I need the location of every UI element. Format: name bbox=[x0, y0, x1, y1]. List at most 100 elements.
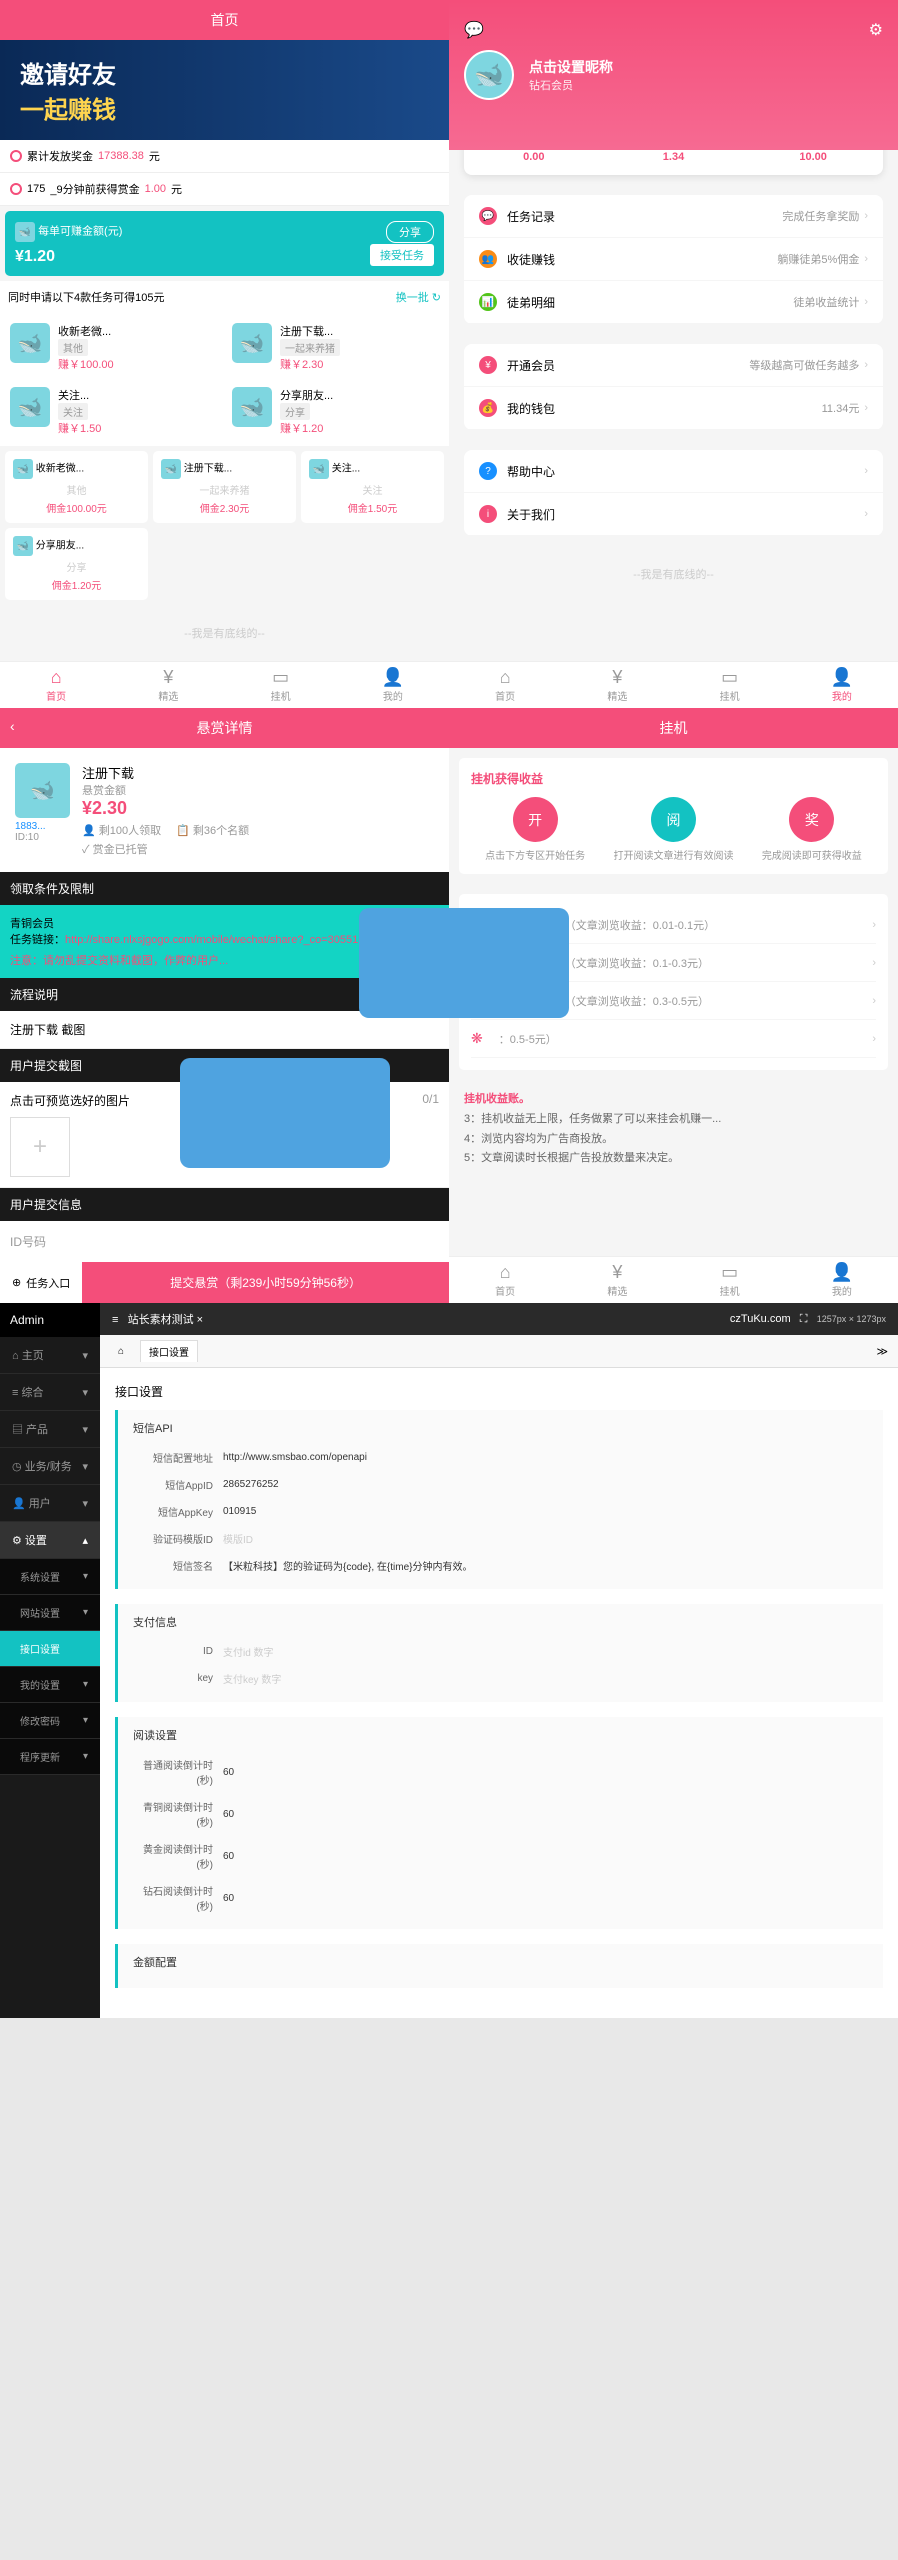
side-sub-item[interactable]: 程序更新▾ bbox=[0, 1739, 100, 1775]
form-row: 短信AppID2865276252 bbox=[133, 1471, 868, 1498]
tab-首页[interactable]: ⌂首页 bbox=[0, 667, 112, 703]
message-icon[interactable]: 💬 bbox=[464, 20, 484, 40]
upload-button[interactable]: + bbox=[10, 1117, 70, 1177]
menu-group-2: ¥开通会员等级越高可做任务越多 ›💰我的钱包11.34元 › bbox=[464, 344, 883, 430]
menu-item[interactable]: i关于我们 › bbox=[464, 493, 883, 536]
task-item[interactable]: 收新老微...其他赚￥100.00 bbox=[5, 318, 222, 377]
tab-挂机[interactable]: ▭挂机 bbox=[674, 667, 786, 703]
share-button[interactable]: 分享 bbox=[386, 221, 434, 243]
earn-card: 每单可赚金额(元) 分享 ¥1.20 接受任务 bbox=[5, 211, 444, 276]
form-row: ID支付id 数字 bbox=[133, 1638, 868, 1665]
tabbar: ⌂首页¥精选▭挂机👤我的 bbox=[449, 1256, 898, 1303]
tab-挂机[interactable]: ▭挂机 bbox=[225, 667, 337, 703]
admin-cards: 短信API短信配置地址http://www.smsbao.com/openapi… bbox=[115, 1410, 883, 1988]
step-item: 奖完成阅读即可获得收益 bbox=[748, 797, 876, 862]
tab-首页[interactable]: ⌂首页 bbox=[449, 667, 561, 703]
tab-精选[interactable]: ¥精选 bbox=[561, 667, 673, 703]
tab-精选[interactable]: ¥精选 bbox=[561, 1262, 673, 1298]
invite-banner[interactable]: 邀请好友 一起赚钱 bbox=[0, 40, 449, 140]
total-reward-stat: 累计发放奖金 17388.38 元 bbox=[0, 140, 449, 173]
form-row: 短信配置地址http://www.smsbao.com/openapi bbox=[133, 1444, 868, 1471]
badge-icon bbox=[10, 150, 22, 162]
task-hint: 同时申请以下4款任务可得105元 换一批 ↻ bbox=[0, 281, 449, 313]
section-conditions: 领取条件及限制 bbox=[0, 872, 449, 905]
tab-我的[interactable]: 👤我的 bbox=[786, 1262, 898, 1298]
submit-button[interactable]: 提交悬赏（剩239小时59分钟56秒） bbox=[82, 1262, 449, 1303]
tab-我的[interactable]: 👤我的 bbox=[786, 667, 898, 703]
tabbar: ⌂首页¥精选▭挂机👤我的 bbox=[449, 661, 898, 708]
tab-精选[interactable]: ¥精选 bbox=[112, 667, 224, 703]
task-card[interactable]: 收新老微...其他佣金100.00元 bbox=[5, 451, 148, 523]
hang-screen: 挂机 挂机获得收益 开点击下方专区开始任务阅打开阅读文章进行有效阅读奖完成阅读即… bbox=[449, 708, 898, 1303]
form-row: 钻石阅读倒计时(秒)60 bbox=[133, 1877, 868, 1919]
task-entry-button[interactable]: ⊕ 任务入口 bbox=[0, 1262, 82, 1303]
page-title: 首页 bbox=[0, 0, 449, 40]
menu-item[interactable]: 📊徒弟明细徒弟收益统计 › bbox=[464, 281, 883, 324]
zone-item[interactable]: ❋：0.5-5元）› bbox=[471, 1020, 876, 1058]
admin-tabs: ⌂ 接口设置 ≫ bbox=[100, 1335, 898, 1368]
task-item[interactable]: 分享朋友...分享赚￥1.20 bbox=[227, 382, 444, 441]
profile-screen: 💬 ⚙ 点击设置昵称 钻石会员 今日总额0.00收入总额1.34提现总额10.0… bbox=[449, 0, 898, 708]
tab-挂机[interactable]: ▭挂机 bbox=[674, 1262, 786, 1298]
form-row: 黄金阅读倒计时(秒)60 bbox=[133, 1835, 868, 1877]
step-circles: 开点击下方专区开始任务阅打开阅读文章进行有效阅读奖完成阅读即可获得收益 bbox=[471, 797, 876, 862]
form-row: key支付key 数字 bbox=[133, 1665, 868, 1692]
config-card: 支付信息ID支付id 数字key支付key 数字 bbox=[115, 1604, 883, 1702]
tab-我的[interactable]: 👤我的 bbox=[337, 667, 449, 703]
side-item[interactable]: ≡ 综合▾ bbox=[0, 1374, 100, 1411]
menu-group-1: 💬任务记录完成任务拿奖励 ›👥收徒赚钱躺赚徒弟5%佣金 ›📊徒弟明细徒弟收益统计… bbox=[464, 195, 883, 324]
small-task-grid: 收新老微...其他佣金100.00元 注册下载...一起来养猪佣金2.30元 关… bbox=[0, 446, 449, 605]
side-sub-item[interactable]: 接口设置 bbox=[0, 1631, 100, 1667]
task-item[interactable]: 关注...关注赚￥1.50 bbox=[5, 382, 222, 441]
explain-text: 挂机收益账。3：挂机收益无上限，任务做累了可以来挂会机赚一...4：浏览内容均为… bbox=[449, 1080, 898, 1179]
task-card[interactable]: 注册下载...一起来养猪佣金2.30元 bbox=[153, 451, 296, 523]
task-card[interactable]: 关注...关注佣金1.50元 bbox=[301, 451, 444, 523]
menu-item[interactable]: 👥收徒赚钱躺赚徒弟5%佣金 › bbox=[464, 238, 883, 281]
config-card: 短信API短信配置地址http://www.smsbao.com/openapi… bbox=[115, 1410, 883, 1589]
side-item[interactable]: ▤ 产品▾ bbox=[0, 1411, 100, 1448]
step-item: 开点击下方专区开始任务 bbox=[471, 797, 599, 862]
task-name: 注册下载 bbox=[82, 763, 249, 782]
side-sub-item[interactable]: 修改密码▾ bbox=[0, 1703, 100, 1739]
task-grid: 收新老微...其他赚￥100.00注册下载...一起来养猪赚￥2.30关注...… bbox=[0, 313, 449, 446]
side-item[interactable]: ⚙ 设置▴ bbox=[0, 1522, 100, 1559]
task-icon bbox=[15, 763, 70, 818]
task-item[interactable]: 注册下载...一起来养猪赚￥2.30 bbox=[227, 318, 444, 377]
side-item[interactable]: ⌂ 主页▾ bbox=[0, 1337, 100, 1374]
admin-body: 接口设置 短信API短信配置地址http://www.smsbao.com/op… bbox=[100, 1368, 898, 2018]
badge-icon bbox=[10, 183, 22, 195]
admin-panel: Admin ⌂ 主页▾≡ 综合▾▤ 产品▾◷ 业务/财务▾👤 用户▾⚙ 设置▴系… bbox=[0, 1303, 898, 2018]
tab-首页[interactable]: ⌂首页 bbox=[449, 1262, 561, 1298]
refresh-button[interactable]: 换一批 ↻ bbox=[396, 289, 441, 305]
nickname[interactable]: 点击设置昵称 bbox=[529, 57, 613, 77]
settings-icon[interactable]: ⚙ bbox=[869, 20, 883, 40]
task-card[interactable]: 分享朋友...分享佣金1.20元 bbox=[5, 528, 148, 600]
whale-icon bbox=[15, 222, 35, 242]
recent-reward-stat: 175_9分钟前获得赏金 1.00 元 bbox=[0, 173, 449, 206]
menu-item[interactable]: ?帮助中心 › bbox=[464, 450, 883, 493]
task-price: ¥2.30 bbox=[82, 798, 249, 819]
member-level: 钻石会员 bbox=[529, 77, 613, 93]
back-button[interactable]: ‹ bbox=[10, 718, 15, 734]
side-menu: ⌂ 主页▾≡ 综合▾▤ 产品▾◷ 业务/财务▾👤 用户▾⚙ 设置▴系统设置▾网站… bbox=[0, 1337, 100, 1775]
side-item[interactable]: ◷ 业务/财务▾ bbox=[0, 1448, 100, 1485]
config-card: 阅读设置普通阅读倒计时(秒)60青铜阅读倒计时(秒)60黄金阅读倒计时(秒)60… bbox=[115, 1717, 883, 1929]
menu-item[interactable]: ¥开通会员等级越高可做任务越多 › bbox=[464, 344, 883, 387]
config-card: 金额配置 bbox=[115, 1944, 883, 1988]
side-sub-item[interactable]: 网站设置▾ bbox=[0, 1595, 100, 1631]
accept-task-button[interactable]: 接受任务 bbox=[370, 244, 434, 266]
form-row: 青铜阅读倒计时(秒)60 bbox=[133, 1793, 868, 1835]
side-sub-item[interactable]: 系统设置▾ bbox=[0, 1559, 100, 1595]
form-row: 验证码模版ID模版ID bbox=[133, 1525, 868, 1552]
avatar[interactable] bbox=[464, 50, 514, 100]
step-item: 阅打开阅读文章进行有效阅读 bbox=[609, 797, 737, 862]
side-item[interactable]: 👤 用户▾ bbox=[0, 1485, 100, 1522]
form-row: 短信签名【米粒科技】您的验证码为{code}, 在{time}分钟内有效。 bbox=[133, 1552, 868, 1579]
side-sub-item[interactable]: 我的设置▾ bbox=[0, 1667, 100, 1703]
home-screen: 首页 邀请好友 一起赚钱 累计发放奖金 17388.38 元 175_9分钟前获… bbox=[0, 0, 449, 708]
admin-sidebar: Admin ⌂ 主页▾≡ 综合▾▤ 产品▾◷ 业务/财务▾👤 用户▾⚙ 设置▴系… bbox=[0, 1303, 100, 2018]
menu-item[interactable]: 💰我的钱包11.34元 › bbox=[464, 387, 883, 430]
form-row: 短信AppKey010915 bbox=[133, 1498, 868, 1525]
menu-item[interactable]: 💬任务记录完成任务拿奖励 › bbox=[464, 195, 883, 238]
id-input[interactable]: ID号码 bbox=[0, 1221, 449, 1262]
